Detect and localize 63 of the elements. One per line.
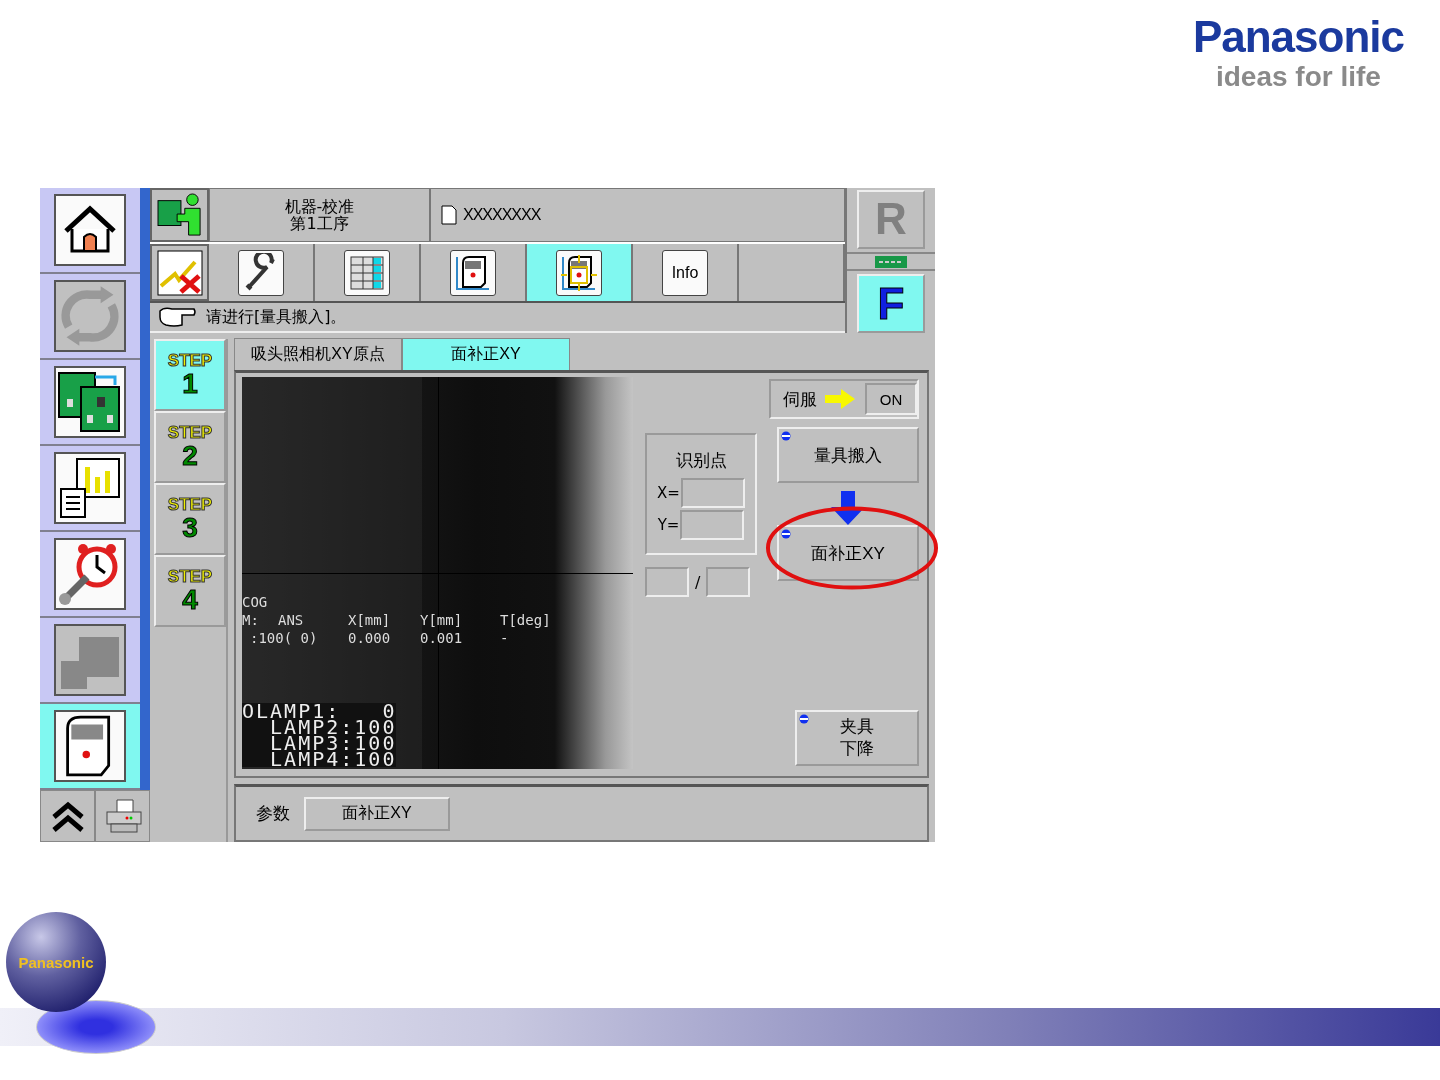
circuit-chip-icon — [875, 255, 907, 268]
action-button[interactable]: 量具搬入 — [777, 427, 919, 483]
pointing-hand-icon — [158, 305, 198, 329]
tagline: ideas for life — [1216, 62, 1381, 92]
lamp-level: OLAMP1: 0 — [242, 703, 397, 719]
machine-move-tab[interactable] — [527, 244, 633, 301]
action-button[interactable]: 面补正XY — [777, 525, 919, 581]
alarm-nav-button[interactable] — [54, 538, 126, 610]
separator: / — [695, 572, 701, 592]
operator-board-icon — [155, 193, 204, 237]
chart-nav-button[interactable] — [54, 452, 126, 524]
recognition-title: 识别点 — [675, 449, 727, 472]
lamp-level: LAMP4:100 — [269, 751, 397, 767]
right-arrow-icon — [825, 389, 855, 409]
f-button[interactable]: F — [857, 274, 925, 333]
readout-value: 0.000 — [348, 629, 392, 647]
file-name: XXXXXXXX — [463, 206, 541, 224]
readout-header: T[deg] — [500, 611, 552, 629]
servo-label: 伺服 — [783, 387, 817, 411]
y-label: Y= — [657, 516, 680, 534]
scroll-up-button[interactable] — [40, 790, 95, 842]
rising-arrow-cross-icon — [156, 249, 203, 296]
report-chart-icon — [57, 455, 123, 521]
total-field[interactable] — [706, 567, 751, 597]
error-reset-button[interactable] — [150, 244, 209, 301]
brand-logo: Panasonic — [1192, 12, 1404, 62]
readout-value: - — [500, 629, 510, 647]
lamp-level: LAMP3:100 — [269, 735, 397, 751]
action-button[interactable]: 夹具下降 — [795, 710, 919, 766]
marker-icon — [799, 714, 809, 724]
tab[interactable]: 面补正XY — [402, 338, 570, 370]
screen-title: 机器-校准 第1工序 — [209, 188, 430, 242]
readout-value: 0.001 — [420, 629, 464, 647]
readout-header: X[mm] — [348, 611, 392, 629]
readout-title: COG — [242, 593, 269, 611]
tab[interactable]: 吸头照相机XY原点 — [234, 338, 402, 370]
rotate-arrows-icon — [58, 284, 122, 348]
boards-nav-button[interactable] — [54, 366, 126, 438]
circuit-boards-icon — [57, 369, 123, 435]
instruction-message: 请进行[量具搬入]。 — [206, 306, 347, 328]
params-button[interactable]: 面补正XY — [304, 796, 450, 831]
servo-status: ON — [865, 383, 917, 415]
step-button[interactable]: STEP 1 — [154, 339, 226, 411]
machine-nav-button[interactable] — [54, 710, 126, 782]
params-label: 参数 — [256, 802, 290, 825]
x-label: X= — [657, 484, 680, 502]
machine-move-icon — [559, 252, 599, 293]
operator-button[interactable] — [150, 188, 209, 242]
x-field[interactable] — [680, 478, 745, 508]
readout-header: Y[mm] — [420, 611, 464, 629]
marker-icon — [781, 431, 791, 441]
readout-value: :100( 0) — [249, 629, 319, 647]
print-button[interactable] — [95, 790, 150, 842]
home-nav-button[interactable] — [54, 194, 126, 266]
readout-header: ANS — [278, 611, 305, 629]
y-field[interactable] — [680, 510, 745, 540]
document-icon — [441, 205, 457, 225]
readout-header: M: — [242, 611, 260, 629]
globe-label: Panasonic — [18, 953, 94, 971]
lamp-level: LAMP2:100 — [270, 719, 397, 735]
marker-icon — [781, 529, 791, 539]
count-field[interactable] — [645, 567, 689, 597]
double-chevron-up-icon — [50, 799, 85, 833]
